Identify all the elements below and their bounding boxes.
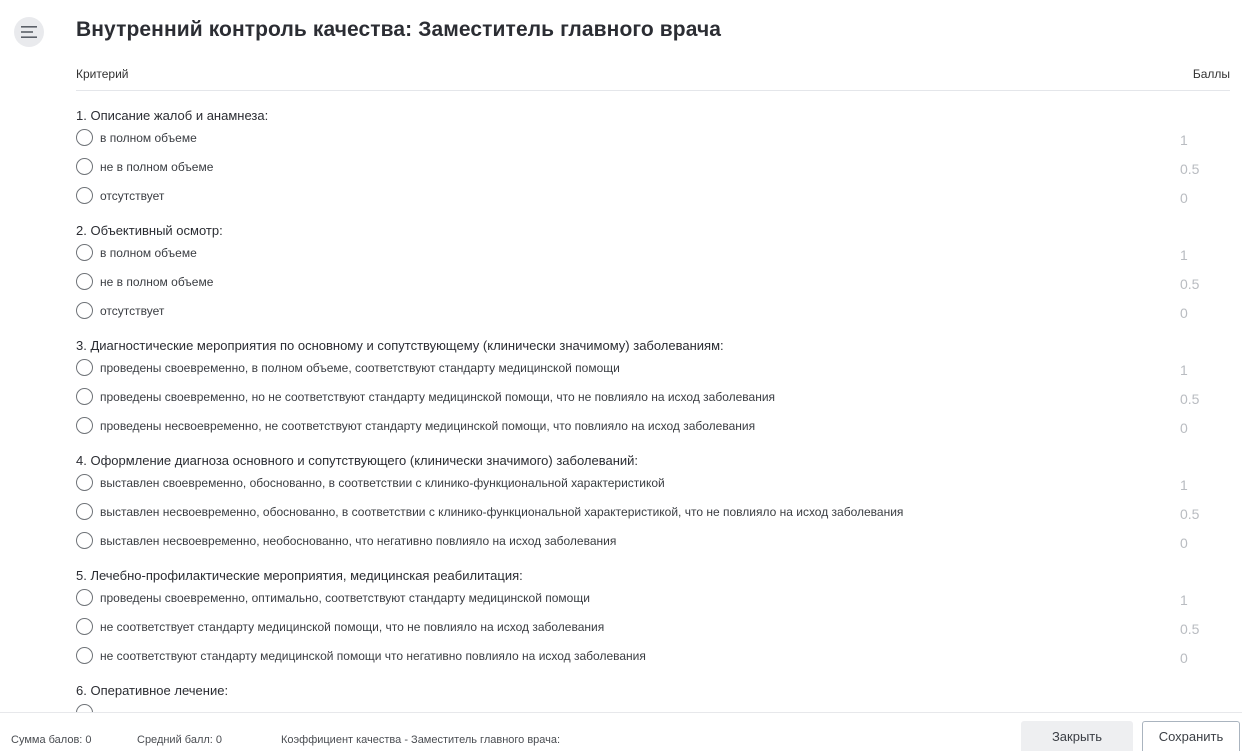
- column-header-score: Баллы: [1192, 67, 1230, 81]
- option-label: проведены своевременно, оптимально, соот…: [100, 590, 590, 605]
- criterion-option[interactable]: проведены своевременно, в полном объеме,…: [76, 356, 1242, 385]
- criterion-title: 6. Оперативное лечение:: [76, 683, 229, 698]
- hamburger-menu-icon: [21, 26, 37, 38]
- page-title: Внутренний контроль качества: Заместител…: [76, 18, 722, 41]
- option-score: 1: [1180, 477, 1188, 493]
- option-score: 1: [1180, 362, 1188, 378]
- criterion-option[interactable]: проведены несвоевременно, не соответству…: [76, 414, 1242, 443]
- menu-button[interactable]: [14, 17, 44, 47]
- option-label: отсутствует: [100, 188, 165, 203]
- option-label: проведены своевременно, в полном объеме,…: [100, 360, 620, 375]
- option-label: выставлен несвоевременно, необоснованно,…: [100, 533, 617, 548]
- criterion-section: 5. Лечебно-профилактические мероприятия,…: [76, 566, 1242, 673]
- option-score: 0.5: [1180, 506, 1200, 522]
- radio-unchecked-icon[interactable]: [76, 158, 93, 175]
- radio-unchecked-icon[interactable]: [76, 273, 93, 290]
- average-score: Средний балл: 0: [137, 734, 223, 746]
- radio-unchecked-icon[interactable]: [76, 532, 93, 549]
- option-score: 1: [1180, 592, 1188, 608]
- criterion-option[interactable]: выставлен несвоевременно, обоснованно, в…: [76, 500, 1242, 529]
- radio-unchecked-icon[interactable]: [76, 129, 93, 146]
- criterion-option[interactable]: не в полном объеме 0.5: [76, 155, 1242, 184]
- radio-unchecked-icon[interactable]: [76, 359, 93, 376]
- sum-of-scores: Сумма балов: 0: [11, 734, 92, 746]
- radio-unchecked-icon[interactable]: [76, 474, 93, 491]
- criterion-title: 2. Объективный осмотр:: [76, 223, 223, 238]
- criterion-section: 6. Оперативное лечение:: [76, 681, 1242, 712]
- option-score: 0: [1180, 305, 1188, 321]
- criterion-option[interactable]: в полном объеме 1: [76, 241, 1242, 270]
- radio-unchecked-icon[interactable]: [76, 704, 93, 712]
- option-score: 0: [1180, 190, 1188, 206]
- option-score: 1: [1180, 247, 1188, 263]
- criterion-section: 3. Диагностические мероприятия по основн…: [76, 336, 1242, 443]
- criterion-option[interactable]: [76, 701, 1242, 712]
- option-label: не в полном объеме: [100, 159, 214, 174]
- criterion-title: 5. Лечебно-профилактические мероприятия,…: [76, 568, 523, 583]
- criterion-option[interactable]: не соответствуют стандарту медицинской п…: [76, 644, 1242, 673]
- criterion-section: 2. Объективный осмотр: в полном объеме 1 не…: [76, 221, 1242, 328]
- option-label: проведены несвоевременно, не соответству…: [100, 418, 756, 433]
- criterion-option[interactable]: в полном объеме 1: [76, 126, 1242, 155]
- criterion-option[interactable]: отсутствует 0: [76, 184, 1242, 213]
- criterion-section: 1. Описание жалоб и анамнеза: в полном об…: [76, 106, 1242, 213]
- criterion-option[interactable]: не в полном объеме 0.5: [76, 270, 1242, 299]
- option-label: в полном объеме: [100, 130, 197, 145]
- criterion-option[interactable]: выставлен своевременно, обоснованно, в с…: [76, 471, 1242, 500]
- option-score: 0.5: [1180, 276, 1200, 292]
- column-header-criterion: Критерий: [76, 67, 129, 81]
- radio-unchecked-icon[interactable]: [76, 244, 93, 261]
- option-score: 0: [1180, 535, 1188, 551]
- option-score: 0: [1180, 650, 1188, 666]
- criteria-list[interactable]: 1. Описание жалоб и анамнеза: в полном об…: [76, 97, 1242, 712]
- option-label: выставлен несвоевременно, обоснованно, в…: [100, 504, 904, 519]
- quality-coefficient: Коэффициент качества - Заместитель главн…: [281, 734, 561, 746]
- option-label: отсутствует: [100, 303, 165, 318]
- criterion-option[interactable]: проведены своевременно, оптимально, соот…: [76, 586, 1242, 615]
- criterion-title: 1. Описание жалоб и анамнеза:: [76, 108, 269, 123]
- option-score: 1: [1180, 132, 1188, 148]
- radio-unchecked-icon[interactable]: [76, 589, 93, 606]
- option-score: 0: [1180, 420, 1188, 436]
- radio-unchecked-icon[interactable]: [76, 647, 93, 664]
- header-divider: [76, 90, 1230, 91]
- close-button[interactable]: Закрыть: [1021, 721, 1133, 751]
- option-score: 0.5: [1180, 621, 1200, 637]
- option-score: 0.5: [1180, 391, 1200, 407]
- criterion-option[interactable]: проведены своевременно, но не соответств…: [76, 385, 1242, 414]
- criterion-section: 4. Оформление диагноза основного и сопут…: [76, 451, 1242, 558]
- radio-unchecked-icon[interactable]: [76, 302, 93, 319]
- option-label: не соответствует стандарту медицинской п…: [100, 619, 605, 634]
- radio-unchecked-icon[interactable]: [76, 417, 93, 434]
- radio-unchecked-icon[interactable]: [76, 187, 93, 204]
- save-button[interactable]: Сохранить: [1142, 721, 1240, 751]
- criterion-option[interactable]: не соответствует стандарту медицинской п…: [76, 615, 1242, 644]
- footer-divider: [0, 712, 1242, 713]
- criterion-option[interactable]: выставлен несвоевременно, необоснованно,…: [76, 529, 1242, 558]
- radio-unchecked-icon[interactable]: [76, 503, 93, 520]
- option-label: не соответствуют стандарту медицинской п…: [100, 648, 646, 663]
- option-label: в полном объеме: [100, 245, 197, 260]
- criterion-title: 3. Диагностические мероприятия по основн…: [76, 338, 724, 353]
- option-score: 0.5: [1180, 161, 1200, 177]
- criterion-option[interactable]: отсутствует 0: [76, 299, 1242, 328]
- option-label: выставлен своевременно, обоснованно, в с…: [100, 475, 665, 490]
- radio-unchecked-icon[interactable]: [76, 618, 93, 635]
- option-label: проведены своевременно, но не соответств…: [100, 389, 776, 404]
- criterion-title: 4. Оформление диагноза основного и сопут…: [76, 453, 639, 468]
- option-label: не в полном объеме: [100, 274, 214, 289]
- radio-unchecked-icon[interactable]: [76, 388, 93, 405]
